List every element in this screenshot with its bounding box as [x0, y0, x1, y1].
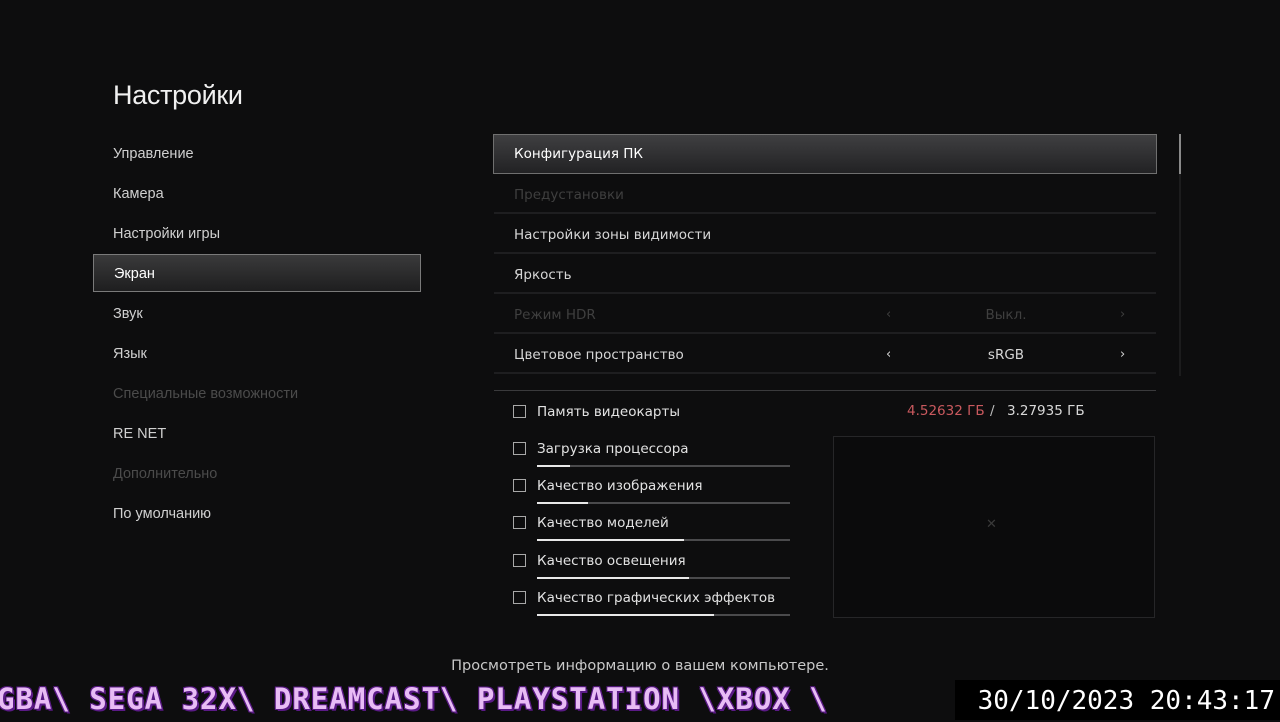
chevron-left-icon[interactable]: ‹	[886, 336, 891, 374]
category-defaults[interactable]: По умолчанию	[113, 495, 423, 533]
metric-bar	[537, 465, 790, 467]
metric-bar	[537, 614, 790, 616]
close-icon: ✕	[986, 517, 997, 532]
option-pc-config[interactable]: Конфигурация ПК	[493, 134, 1157, 174]
category-advanced: Дополнительно	[113, 466, 218, 482]
option-color-space[interactable]: Цветовое пространство ‹ sRGB ›	[494, 336, 1156, 374]
metric-bar-fill	[537, 614, 715, 616]
metric-bar-fill	[537, 577, 689, 579]
metric-label: Качество графических эффектов	[537, 590, 776, 606]
checkbox[interactable]	[513, 554, 526, 567]
checkbox[interactable]	[513, 479, 526, 492]
metric-label: Качество освещения	[537, 553, 686, 569]
preview-panel: ✕	[833, 436, 1155, 618]
metric-effects-quality[interactable]: Качество графических эффектов	[513, 586, 803, 616]
category-camera[interactable]: Камера	[113, 175, 423, 213]
options-scrollbar[interactable]	[1179, 134, 1181, 376]
option-presets: Предустановки	[494, 176, 1156, 214]
category-game-settings[interactable]: Настройки игры	[113, 215, 423, 253]
metric-bar	[537, 577, 790, 579]
vram-used-value: 4.52632 ГБ	[907, 403, 985, 419]
metric-bar	[537, 539, 790, 541]
metric-bar	[537, 502, 790, 504]
category-re-net[interactable]: RE NET	[113, 415, 423, 453]
checkbox[interactable]	[513, 442, 526, 455]
category-accessibility: Специальные возможности	[113, 386, 299, 402]
metric-lighting-quality[interactable]: Качество освещения	[513, 549, 803, 579]
stream-ticker-banner: GBA\ SEGA 32X\ DREAMCAST\ PLAYSTATION \X…	[0, 680, 955, 716]
option-value: sRGB	[987, 347, 1025, 363]
metric-vram[interactable]: Память видеокарты	[513, 400, 803, 424]
help-hint-text: Просмотреть информацию о вашем компьютер…	[451, 658, 829, 674]
metric-label: Память видеокарты	[537, 404, 680, 420]
option-hdr-mode: Режим HDR ‹ Выкл. ›	[494, 296, 1156, 334]
chevron-right-icon: ›	[1120, 307, 1126, 322]
ticker-text: GBA\ SEGA 32X\ DREAMCAST\ PLAYSTATION \X…	[0, 682, 828, 716]
checkbox[interactable]	[513, 591, 526, 604]
vram-total-value: 3.27935 ГБ	[1007, 403, 1085, 419]
category-sound[interactable]: Звук	[113, 295, 423, 333]
metric-label: Качество изображения	[537, 478, 703, 494]
metric-bar-fill	[537, 539, 684, 541]
option-label: Настройки зоны видимости	[514, 227, 712, 243]
metric-cpu-load[interactable]: Загрузка процессора	[513, 437, 803, 467]
datetime-overlay: 30/10/2023 20:43:17	[955, 680, 1280, 720]
metric-bar-fill	[537, 465, 570, 467]
metric-label: Качество моделей	[537, 515, 669, 531]
metric-image-quality[interactable]: Качество изображения	[513, 474, 803, 504]
scrollbar-thumb[interactable]	[1179, 134, 1181, 174]
option-label: Предустановки	[514, 187, 624, 203]
option-label: Конфигурация ПК	[514, 146, 644, 162]
option-visibility-settings[interactable]: Настройки зоны видимости	[494, 216, 1156, 254]
chevron-left-icon: ‹	[886, 307, 892, 322]
option-label: Цветовое пространство	[514, 347, 684, 363]
option-label: Яркость	[514, 267, 572, 283]
vram-separator: /	[990, 403, 995, 419]
checkbox[interactable]	[513, 516, 526, 529]
category-language[interactable]: Язык	[113, 335, 423, 373]
section-divider	[494, 390, 1156, 391]
metric-bar-fill	[537, 502, 588, 504]
chevron-right-icon[interactable]: ›	[1120, 336, 1125, 374]
metric-model-quality[interactable]: Качество моделей	[513, 511, 803, 541]
option-label: Режим HDR	[514, 307, 596, 323]
option-value: Выкл.	[985, 307, 1027, 323]
metric-label: Загрузка процессора	[537, 441, 689, 457]
option-brightness[interactable]: Яркость	[494, 256, 1156, 294]
page-title: Настройки	[113, 80, 243, 110]
checkbox[interactable]	[513, 405, 526, 418]
category-controls[interactable]: Управление	[113, 135, 423, 173]
category-display[interactable]: Экран	[93, 254, 421, 292]
